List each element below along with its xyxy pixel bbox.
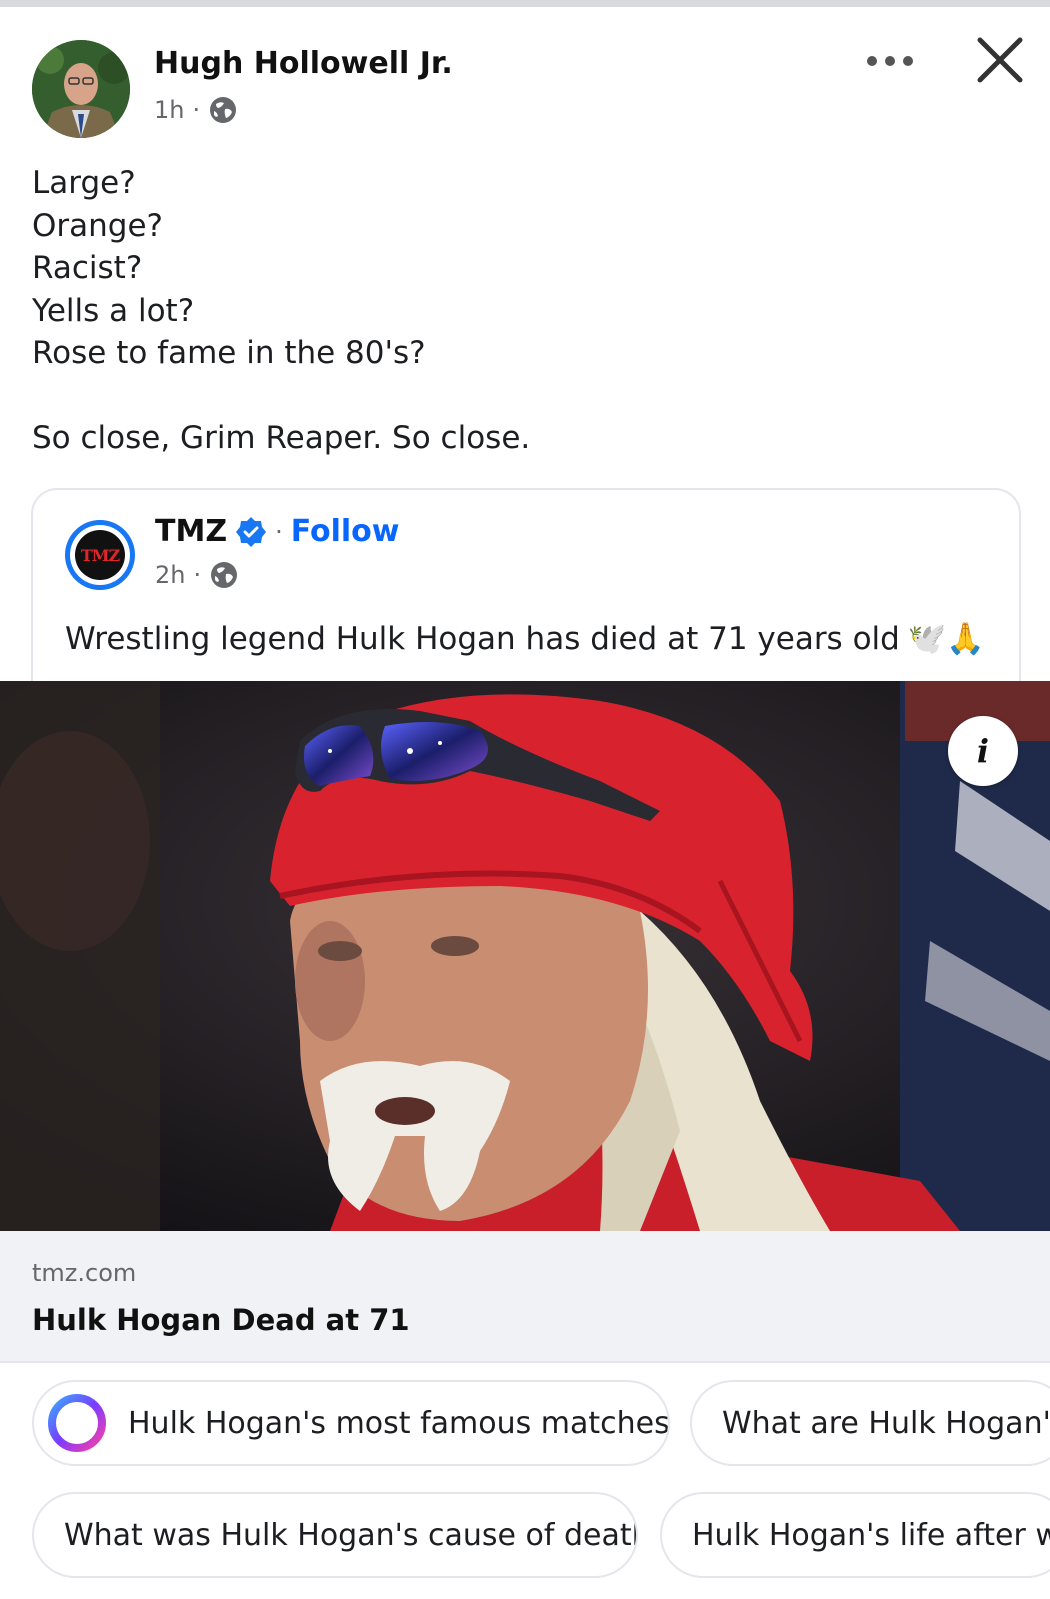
shared-post-caption: Wrestling legend Hulk Hogan has died at …: [65, 620, 986, 658]
caption-text: Wrestling legend Hulk Hogan has died at …: [65, 620, 900, 657]
header-separator: ·: [275, 517, 283, 546]
verified-badge-icon: [236, 516, 267, 547]
follow-button[interactable]: Follow: [291, 514, 400, 549]
suggestion-chip[interactable]: What are Hulk Hogan's g: [690, 1380, 1050, 1466]
meta-ai-icon: [48, 1394, 106, 1452]
article-photo[interactable]: [0, 681, 1050, 1231]
post-meta: 1h ·: [154, 95, 238, 125]
globe-icon[interactable]: [208, 95, 238, 125]
suggestion-text: Hulk Hogan's most famous matches?: [128, 1405, 670, 1441]
post-line: Racist?: [32, 250, 143, 286]
author-avatar[interactable]: [32, 40, 130, 138]
post-line: Large?: [32, 165, 136, 201]
shared-post-time[interactable]: 2h: [155, 561, 185, 589]
more-options-button[interactable]: [860, 46, 920, 76]
shared-page-header: TMZ · Follow: [155, 514, 400, 549]
author-name[interactable]: Hugh Hollowell Jr.: [154, 46, 453, 81]
meta-separator: ·: [192, 96, 201, 124]
suggestion-text: Hulk Hogan's life after wre: [692, 1517, 1050, 1553]
suggestion-chip[interactable]: Hulk Hogan's most famous matches?: [32, 1380, 670, 1466]
meta-separator: ·: [193, 561, 202, 589]
tmz-avatar[interactable]: TMZ: [65, 520, 135, 590]
post-text: Large? Orange? Racist? Yells a lot? Rose…: [32, 162, 530, 460]
suggestion-text: What was Hulk Hogan's cause of death?: [64, 1517, 638, 1553]
post-time[interactable]: 1h: [154, 96, 184, 124]
suggestion-chip[interactable]: What was Hulk Hogan's cause of death?: [32, 1492, 638, 1578]
more-dots-icon: [867, 56, 877, 66]
post-line: ​: [32, 375, 530, 418]
suggestion-text: What are Hulk Hogan's g: [722, 1405, 1050, 1441]
post-line: So close, Grim Reaper. So close.: [32, 420, 531, 456]
post-line: Orange?: [32, 207, 163, 244]
suggestion-chip[interactable]: Hulk Hogan's life after wre: [660, 1492, 1050, 1578]
shared-page-name[interactable]: TMZ: [155, 514, 227, 549]
link-preview[interactable]: tmz.com Hulk Hogan Dead at 71: [0, 1231, 1050, 1363]
shared-post-meta: 2h ·: [155, 560, 239, 590]
globe-icon[interactable]: [209, 560, 239, 590]
tmz-logo: TMZ: [75, 530, 125, 580]
post-line: Rose to fame in the 80's?: [32, 335, 426, 371]
link-domain: tmz.com: [32, 1259, 137, 1287]
info-icon[interactable]: i: [948, 716, 1018, 786]
caption-emojis: 🕊️🙏: [907, 621, 986, 657]
top-divider: [0, 0, 1050, 7]
close-icon[interactable]: [972, 32, 1028, 88]
post-line: Yells a lot?: [32, 292, 195, 329]
link-title[interactable]: Hulk Hogan Dead at 71: [32, 1303, 410, 1337]
